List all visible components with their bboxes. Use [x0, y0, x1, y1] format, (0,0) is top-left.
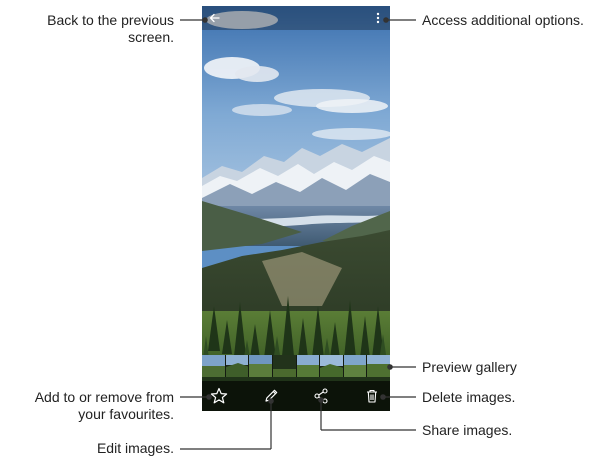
gallery-thumbnail[interactable]: [202, 355, 226, 377]
landscape-photo: [202, 6, 390, 411]
phone-screen: [202, 6, 390, 411]
trash-icon[interactable]: [362, 386, 382, 406]
bottom-toolbar: [202, 381, 390, 411]
favourite-annotation-line1: Add to or remove from: [34, 389, 174, 405]
edit-annotation: Edit images.: [96, 440, 174, 456]
pencil-icon[interactable]: [261, 386, 281, 406]
share-icon[interactable]: [311, 386, 331, 406]
back-annotation: Back to the previous screen.: [0, 12, 174, 46]
gallery-thumbnail[interactable]: [272, 355, 297, 377]
preview-gallery-strip: [202, 355, 390, 377]
gallery-thumbnail[interactable]: [343, 355, 368, 377]
top-bar: [202, 6, 390, 30]
more-options-icon[interactable]: [371, 9, 385, 27]
back-annotation-line1: Back to the previous: [47, 12, 174, 28]
gallery-thumbnail[interactable]: [225, 355, 250, 377]
gallery-thumbnail[interactable]: [296, 355, 321, 377]
back-annotation-line2: screen.: [128, 29, 174, 45]
delete-annotation: Delete images.: [422, 389, 516, 405]
star-icon[interactable]: [209, 386, 229, 406]
gallery-thumbnail[interactable]: [367, 355, 390, 377]
gallery-thumbnail[interactable]: [320, 355, 344, 377]
preview-annotation: Preview gallery: [422, 359, 517, 375]
favourite-annotation-line2: your favourites.: [78, 406, 174, 422]
gallery-thumbnail[interactable]: [249, 355, 273, 377]
share-annotation: Share images.: [422, 422, 513, 438]
options-annotation: Access additional options.: [422, 12, 584, 28]
back-arrow-icon[interactable]: [206, 9, 224, 27]
favourite-annotation: Add to or remove from your favourites.: [0, 389, 174, 423]
